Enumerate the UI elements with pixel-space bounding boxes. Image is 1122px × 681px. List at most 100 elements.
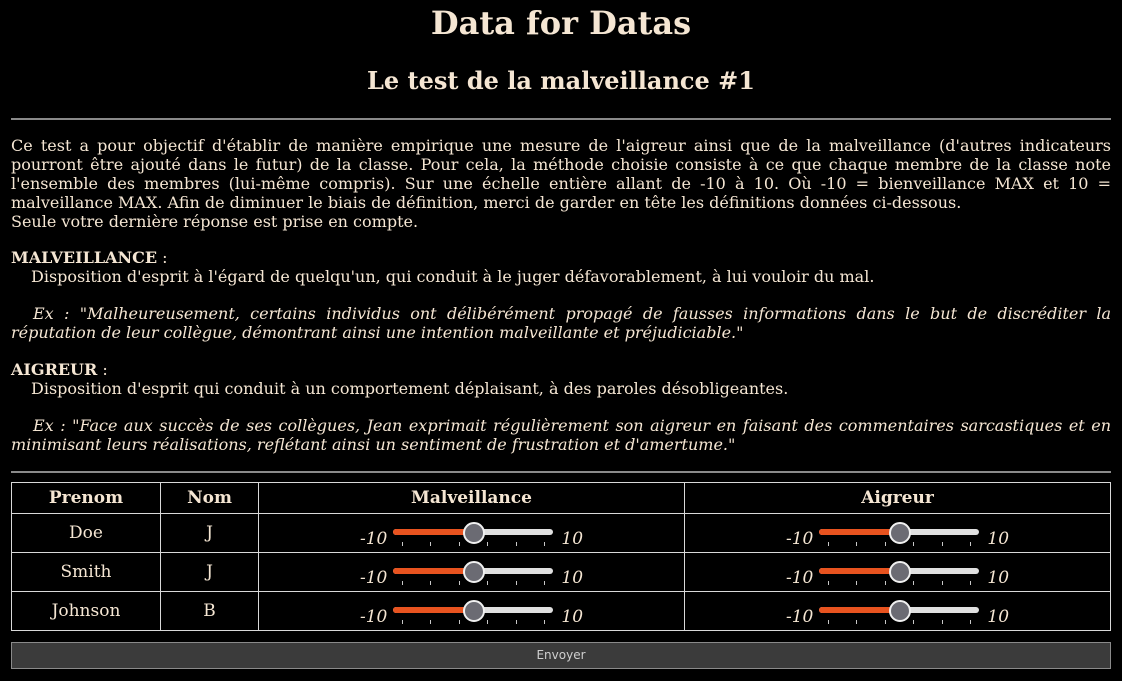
slider-thumb[interactable] [889, 600, 912, 622]
table-header-row: Prenom Nom Malveillance Aigreur [11, 482, 1111, 514]
slider-fill [393, 607, 474, 613]
header-aigreur: Aigreur [684, 482, 1111, 514]
cell-prenom: Doe [11, 513, 161, 553]
aigreur-slider[interactable] [819, 522, 980, 547]
slider-tick [828, 620, 830, 624]
slider-thumb[interactable] [889, 561, 912, 583]
table-row: Smith J -10 10 -10 10 [11, 552, 1111, 592]
header-malveillance: Malveillance [258, 482, 685, 514]
page-title: Data for Datas [430, 4, 692, 42]
cell-nom: J [160, 513, 259, 553]
slider-tick [885, 581, 887, 585]
page: Data for Datas Le test de la malveillanc… [11, 0, 1111, 669]
definition-aigreur: AIGREUR : Disposition d'esprit qui condu… [11, 360, 1111, 454]
slider-tick [970, 542, 972, 546]
cell-aigreur: -10 10 [684, 552, 1111, 592]
aigreur-slider[interactable] [819, 561, 980, 586]
slider-tick [942, 620, 944, 624]
page-subtitle: Le test de la malveillance #1 [367, 66, 755, 95]
slider-tick [402, 620, 404, 624]
slider-thumb[interactable] [889, 522, 912, 544]
slider-max-label: 10 [987, 568, 1010, 588]
header-nom: Nom [160, 482, 259, 514]
definition-meaning: Disposition d'esprit qui conduit à un co… [31, 379, 789, 398]
slider-tick [885, 620, 887, 624]
aigreur-slider[interactable] [819, 600, 980, 625]
intro-paragraph: Ce test a pour objectif d'établir de man… [11, 136, 1111, 212]
slider-tick [430, 542, 432, 546]
cell-malveillance: -10 10 [258, 552, 685, 592]
slider-tick [487, 542, 489, 546]
definition-colon: : [157, 248, 168, 267]
slider-tick [402, 581, 404, 585]
slider-max-label: 10 [987, 607, 1010, 627]
cell-malveillance: -10 10 [258, 591, 685, 631]
cell-aigreur: -10 10 [684, 513, 1111, 553]
slider-fill [393, 568, 474, 574]
aigreur-slider-group: -10 10 [785, 561, 1010, 588]
intro-note: Seule votre dernière réponse est prise e… [11, 212, 419, 231]
slider-tick [856, 581, 858, 585]
cell-nom: J [160, 552, 259, 592]
slider-tick [828, 581, 830, 585]
malveillance-slider-group: -10 10 [359, 561, 584, 588]
slider-tick [913, 542, 915, 546]
slider-thumb[interactable] [463, 561, 486, 583]
slider-tick [970, 581, 972, 585]
slider-max-label: 10 [561, 607, 584, 627]
divider-bottom [11, 471, 1111, 473]
slider-tick [516, 620, 518, 624]
slider-tick [459, 542, 461, 546]
slider-max-label: 10 [561, 568, 584, 588]
slider-tick [856, 542, 858, 546]
slider-tick [544, 542, 546, 546]
slider-tick [402, 542, 404, 546]
slider-min-label: -10 [359, 529, 388, 549]
malveillance-slider[interactable] [393, 600, 554, 625]
definition-meaning: Disposition d'esprit à l'égard de quelqu… [31, 267, 875, 286]
slider-tick [459, 620, 461, 624]
slider-thumb[interactable] [463, 600, 486, 622]
slider-fill [819, 607, 900, 613]
slider-tick [970, 620, 972, 624]
header-prenom: Prenom [11, 482, 161, 514]
slider-tick [856, 620, 858, 624]
slider-min-label: -10 [359, 607, 388, 627]
definition-term: MALVEILLANCE [11, 248, 158, 267]
slider-tick [459, 581, 461, 585]
slider-tick [487, 581, 489, 585]
slider-max-label: 10 [987, 529, 1010, 549]
malveillance-slider-group: -10 10 [359, 600, 584, 627]
slider-min-label: -10 [785, 529, 814, 549]
aigreur-slider-group: -10 10 [785, 522, 1010, 549]
slider-tick [828, 542, 830, 546]
slider-min-label: -10 [785, 607, 814, 627]
cell-prenom: Smith [11, 552, 161, 592]
slider-tick [913, 620, 915, 624]
slider-tick [544, 620, 546, 624]
table-row: Johnson B -10 10 -10 10 [11, 591, 1111, 631]
cell-malveillance: -10 10 [258, 513, 685, 553]
malveillance-slider[interactable] [393, 522, 554, 547]
definition-malveillance: MALVEILLANCE : Disposition d'esprit à l'… [11, 248, 1111, 342]
slider-fill [819, 529, 900, 535]
definition-term: AIGREUR [11, 360, 98, 379]
slider-tick [430, 581, 432, 585]
slider-fill [393, 529, 474, 535]
cell-prenom: Johnson [11, 591, 161, 631]
cell-nom: B [160, 591, 259, 631]
slider-min-label: -10 [785, 568, 814, 588]
slider-fill [819, 568, 900, 574]
malveillance-slider[interactable] [393, 561, 554, 586]
slider-min-label: -10 [359, 568, 388, 588]
slider-tick [885, 542, 887, 546]
slider-tick [544, 581, 546, 585]
slider-tick [942, 581, 944, 585]
definition-example: Ex : "Face aux succès de ses collègues, … [11, 416, 1111, 454]
slider-thumb[interactable] [463, 522, 486, 544]
submit-button[interactable]: Envoyer [11, 642, 1111, 669]
table-row: Doe J -10 10 -10 10 [11, 513, 1111, 553]
slider-max-label: 10 [561, 529, 584, 549]
table-body: Doe J -10 10 -10 10 Smith J -10 10 -10 10 Johnson B -1… [11, 513, 1111, 631]
slider-tick [487, 620, 489, 624]
